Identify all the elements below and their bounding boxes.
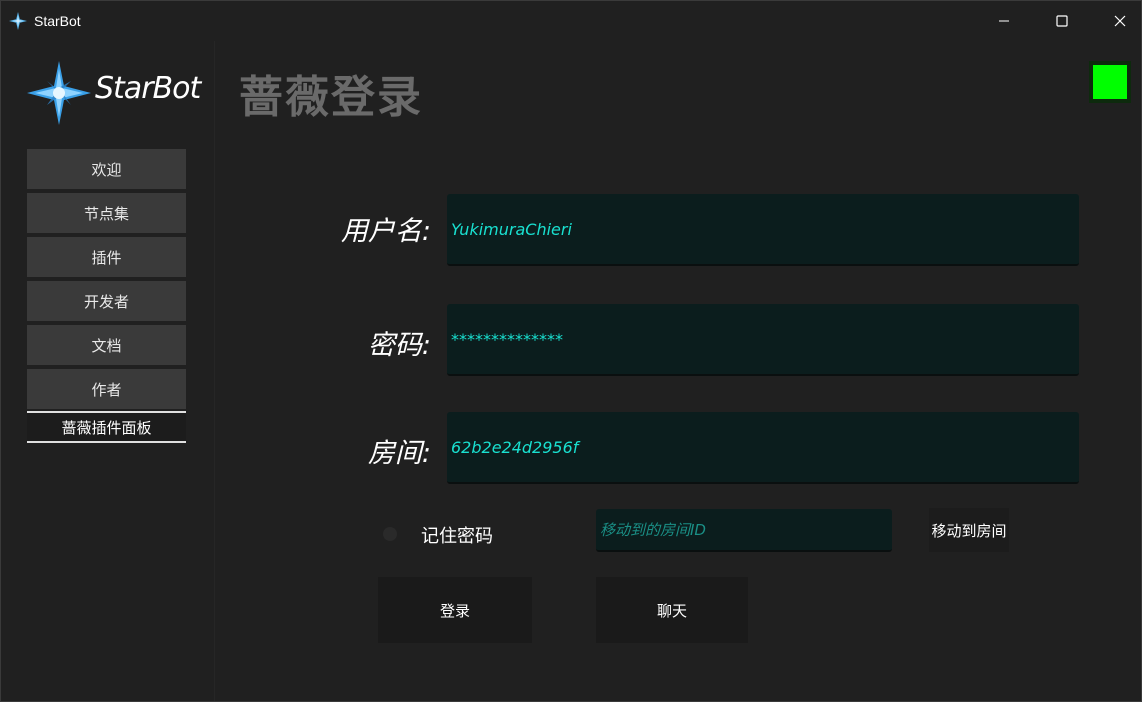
move-room-field-box [596,509,892,552]
logo-text: StarBot [95,71,201,106]
username-field[interactable] [447,194,1079,264]
minimize-button[interactable] [981,1,1027,41]
sidebar-item-plugins[interactable]: 插件 [27,237,186,277]
remember-password-label: 记住密码 [421,526,493,547]
login-button[interactable]: 登录 [378,577,532,643]
password-label: 密码: [367,330,431,361]
sidebar-item-developers[interactable]: 开发者 [27,281,186,321]
sidebar-item-rose-panel[interactable]: 蔷薇插件面板 [27,411,186,443]
app-window: StarBot StarBot 欢迎 节点集 插件 开发者 文档 作者 蔷薇插件… [0,0,1142,702]
username-field-box [447,194,1079,266]
sidebar-item-docs[interactable]: 文档 [27,325,186,365]
maximize-button[interactable] [1039,1,1085,41]
room-label: 房间: [367,438,431,469]
remember-password-radio[interactable] [383,527,397,541]
maximize-icon [1056,15,1068,27]
sidebar-item-nodes[interactable]: 节点集 [27,193,186,233]
move-room-input[interactable] [596,509,892,550]
password-field[interactable] [447,304,1079,374]
move-to-room-button[interactable]: 移动到房间 [929,508,1009,552]
starbot-icon [9,12,27,30]
minimize-icon [999,20,1009,22]
chat-button[interactable]: 聊天 [596,577,748,643]
sidebar: StarBot 欢迎 节点集 插件 开发者 文档 作者 蔷薇插件面板 [1,41,215,701]
close-icon [1114,15,1126,27]
close-button[interactable] [1097,1,1142,41]
username-label: 用户名: [340,216,431,247]
status-light [1093,65,1127,99]
window-title: StarBot [34,13,81,29]
room-field[interactable] [447,412,1079,482]
title-bar[interactable]: StarBot [1,1,1141,41]
page-title: 蔷薇登录 [239,72,423,123]
sidebar-item-welcome[interactable]: 欢迎 [27,149,186,189]
starbot-logo-icon [27,61,91,125]
sidebar-item-author[interactable]: 作者 [27,369,186,409]
password-field-box [447,304,1079,376]
room-field-box [447,412,1079,484]
status-indicator [1089,61,1131,103]
